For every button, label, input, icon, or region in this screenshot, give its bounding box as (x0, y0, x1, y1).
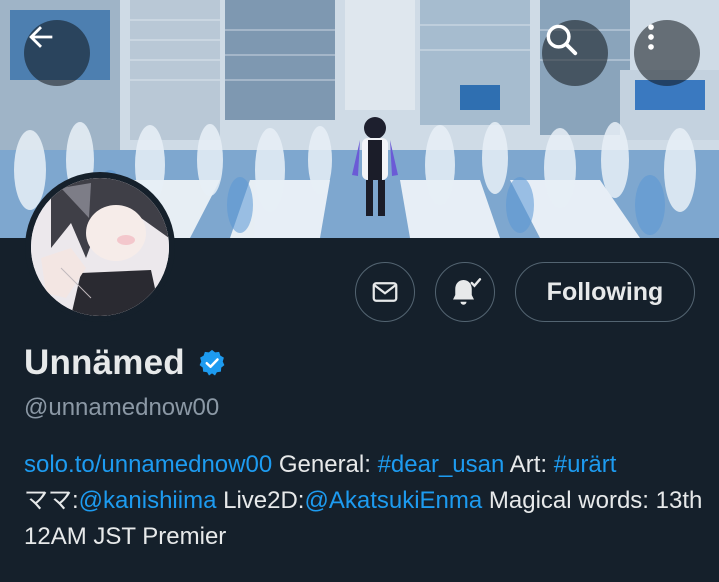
bio-text-mama: ママ: (24, 487, 79, 514)
display-name: Unnämed (24, 343, 185, 382)
bio-text-live2d: Live2D: (216, 487, 305, 514)
message-button[interactable] (355, 262, 415, 322)
following-button[interactable]: Following (515, 262, 695, 322)
search-icon (546, 24, 578, 56)
back-arrow-icon (29, 26, 53, 48)
back-button[interactable] (24, 20, 90, 86)
avatar-illustration (31, 178, 169, 316)
bio-link[interactable]: solo.to/unnamednow00 (24, 451, 272, 478)
more-options-button[interactable] (634, 20, 700, 86)
mail-icon (372, 282, 398, 302)
bio-text-art: Art: (504, 451, 554, 478)
hashtag-art[interactable]: #urärt (554, 451, 617, 478)
avatar-frame[interactable] (25, 172, 175, 322)
name-row: Unnämed (24, 340, 227, 386)
verified-badge-icon[interactable] (197, 348, 227, 378)
more-vertical-icon (648, 24, 654, 50)
following-label: Following (546, 277, 664, 306)
profile-handle: @unnamednow00 (24, 394, 220, 421)
hashtag-general[interactable]: #dear_usan (378, 451, 505, 478)
mention-live2d[interactable]: @AkatsukiEnma (304, 487, 482, 514)
profile-bio: solo.to/unnamednow00 General: #dear_usan… (24, 447, 704, 555)
search-button[interactable] (542, 20, 608, 86)
bio-text-general: General: (272, 451, 378, 478)
notifications-button[interactable] (435, 262, 495, 322)
bell-notify-icon (453, 278, 482, 305)
avatar[interactable] (31, 178, 169, 316)
mention-mama[interactable]: @kanishiima (79, 487, 217, 514)
